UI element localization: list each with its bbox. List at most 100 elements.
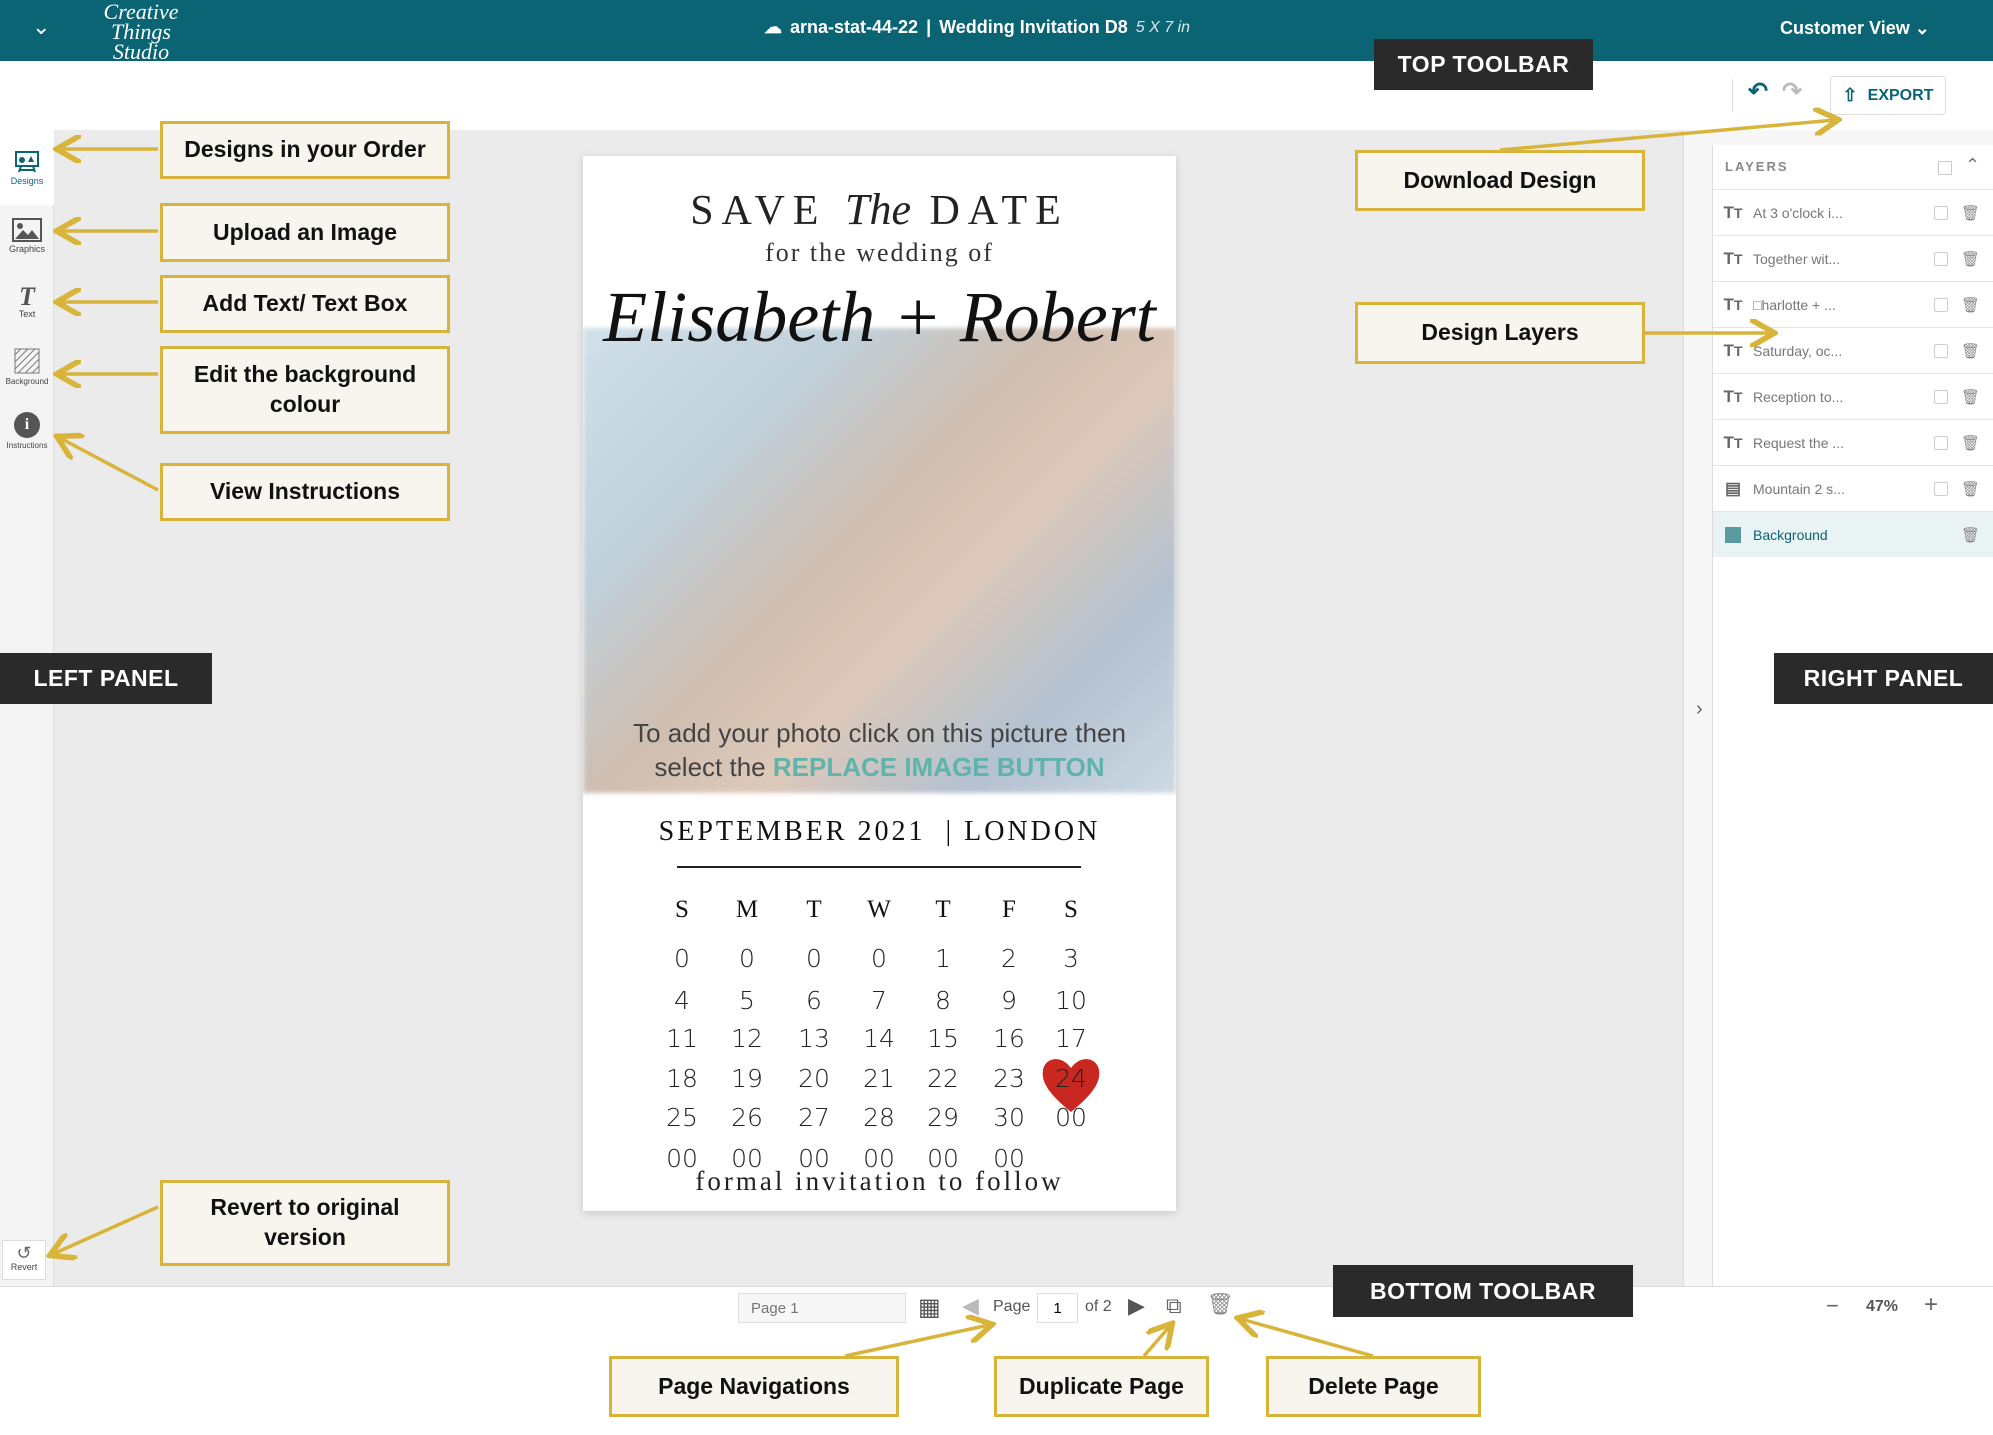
zoom-level: 47%	[1866, 1298, 1899, 1315]
image-icon	[12, 218, 42, 242]
lock-all-icon[interactable]	[1938, 161, 1952, 175]
export-button[interactable]: ⇧ EXPORT	[1830, 76, 1946, 115]
calendar-day: 19	[731, 1064, 763, 1093]
trash-icon[interactable]: 🗑	[1961, 250, 1980, 268]
calendar-day: 8	[935, 986, 951, 1015]
layer-label: Mountain 2 s...	[1753, 480, 1845, 497]
the-word: The	[844, 185, 911, 234]
grid-view-icon[interactable]: ▦	[918, 1293, 941, 1322]
calendar-day: 0	[674, 944, 690, 973]
trash-icon[interactable]: 🗑	[1961, 204, 1980, 222]
layer-item[interactable]: TT At 3 o'clock i... 🗑	[1713, 189, 1993, 235]
weekday-label: F	[1002, 896, 1016, 923]
replace-image-hint: REPLACE IMAGE BUTTON	[772, 752, 1105, 782]
page-count: of 2	[1085, 1298, 1112, 1315]
view-selector[interactable]: Customer View ⌄	[1780, 18, 1930, 39]
collapse-panel-icon[interactable]: ›	[1696, 698, 1703, 721]
calendar-day: 15	[927, 1024, 959, 1053]
layer-item[interactable]: TT □harlotte + ... 🗑	[1713, 281, 1993, 327]
collapse-layers-icon[interactable]: ⌃	[1965, 155, 1980, 176]
text-label: Text	[18, 309, 36, 319]
label-bottom-toolbar: BOTTOM TOOLBAR	[1333, 1265, 1633, 1317]
annotation-layers: Design Layers	[1355, 302, 1645, 364]
design-card[interactable]: SAVE The DATE for the wedding of Elisabe…	[583, 156, 1176, 1211]
text-tab[interactable]: T Text	[0, 282, 54, 320]
layer-item[interactable]: ▤ Mountain 2 s... 🗑	[1713, 465, 1993, 511]
annotation-page-nav: Page Navigations	[609, 1356, 899, 1417]
layer-label: Reception to...	[1753, 388, 1844, 405]
undo-icon[interactable]: ↶	[1748, 77, 1768, 106]
info-icon: i	[14, 412, 40, 438]
calendar-day: 0	[871, 944, 887, 973]
unlock-icon[interactable]	[1934, 389, 1948, 404]
weekday-label: S	[675, 896, 689, 923]
revert-button[interactable]: ↺ Revert	[2, 1240, 46, 1280]
trash-icon[interactable]: 🗑	[1961, 526, 1980, 544]
layer-item[interactable]: TT Request the ... 🗑	[1713, 419, 1993, 465]
zoom-out-button[interactable]: −	[1826, 1293, 1839, 1319]
page-name-input[interactable]	[738, 1293, 906, 1323]
text-layer-icon: TT	[1723, 386, 1743, 406]
layer-item[interactable]: TT Together wit... 🗑	[1713, 235, 1993, 281]
unlock-icon[interactable]	[1934, 481, 1948, 496]
layer-item[interactable]: TT Saturday, oc... 🗑	[1713, 327, 1993, 373]
calendar-day: 2	[1001, 944, 1017, 973]
unlock-icon[interactable]	[1934, 205, 1948, 220]
prev-page-icon[interactable]: ◀	[962, 1293, 979, 1319]
text-icon: T	[19, 282, 35, 311]
calendar-day: 25	[666, 1103, 698, 1132]
annotation-revert: Revert to original version	[160, 1180, 450, 1266]
month: SEPTEMBER 2021	[658, 816, 926, 847]
layer-item-selected[interactable]: Background 🗑	[1713, 511, 1993, 557]
background-label: Background	[5, 377, 49, 386]
photo-hint-line1: To add your photo click on this picture …	[633, 718, 1126, 748]
background-tab[interactable]: Background	[0, 348, 54, 386]
save-word: SAVE	[690, 188, 827, 234]
page-label: Page	[993, 1298, 1031, 1315]
divider	[1732, 79, 1733, 111]
layers-panel: LAYERS ⌃ TT At 3 o'clock i... 🗑 TT Together…	[1712, 145, 1993, 1286]
background-layer-icon	[1713, 525, 1753, 545]
calendar-day: 22	[927, 1064, 959, 1093]
layer-label: Request the ...	[1753, 434, 1845, 451]
graphics-label: Graphics	[8, 244, 45, 254]
trash-icon[interactable]: 🗑	[1961, 388, 1980, 406]
unlock-icon[interactable]	[1934, 343, 1948, 358]
calendar-day: 27	[798, 1103, 830, 1132]
delete-page-icon[interactable]: 🗑	[1207, 1293, 1234, 1317]
calendar-day: 0	[806, 944, 822, 973]
designs-tab[interactable]: Designs	[0, 130, 54, 205]
calendar-day: 23	[993, 1064, 1025, 1093]
weekday-label: T	[935, 896, 951, 923]
calendar-day: 18	[666, 1064, 698, 1093]
calendar-day: 14	[863, 1024, 895, 1053]
next-page-icon[interactable]: ▶	[1128, 1293, 1145, 1319]
text-layer-icon: TT	[1723, 432, 1743, 452]
annotation-designs: Designs in your Order	[160, 121, 450, 179]
page-number-input[interactable]	[1037, 1293, 1078, 1323]
weekday-label: M	[735, 896, 759, 923]
unlock-icon[interactable]	[1934, 251, 1948, 266]
unlock-icon[interactable]	[1934, 435, 1948, 450]
zoom-in-button[interactable]: +	[1924, 1291, 1938, 1319]
trash-icon[interactable]: 🗑	[1961, 296, 1980, 314]
doc-id: arna-stat-44-22	[790, 17, 919, 37]
logo: Creative Things Studio	[103, 0, 179, 64]
unlock-icon[interactable]	[1934, 297, 1948, 312]
layer-label: □harlotte + ...	[1753, 296, 1836, 313]
menu-chevron-icon[interactable]: ⌄	[32, 14, 50, 40]
layer-item[interactable]: TT Reception to... 🗑	[1713, 373, 1993, 419]
trash-icon[interactable]: 🗑	[1961, 434, 1980, 452]
graphics-tab[interactable]: Graphics	[0, 218, 54, 254]
subtitle: for the wedding of	[765, 238, 994, 267]
calendar-day: 16	[993, 1024, 1025, 1053]
trash-icon[interactable]: 🗑	[1961, 480, 1980, 498]
divider-line	[677, 866, 1081, 868]
trash-icon[interactable]: 🗑	[1961, 342, 1980, 360]
calendar-day: 00	[1055, 1103, 1087, 1132]
calendar-day: 20	[798, 1064, 830, 1093]
redo-icon[interactable]: ↷	[1782, 77, 1802, 106]
instructions-tab[interactable]: i Instructions	[0, 412, 54, 450]
duplicate-page-icon[interactable]: ⧉	[1166, 1293, 1182, 1319]
app-header: ⌄ Creative Things Studio ☁ arna-stat-44-…	[0, 0, 1993, 64]
